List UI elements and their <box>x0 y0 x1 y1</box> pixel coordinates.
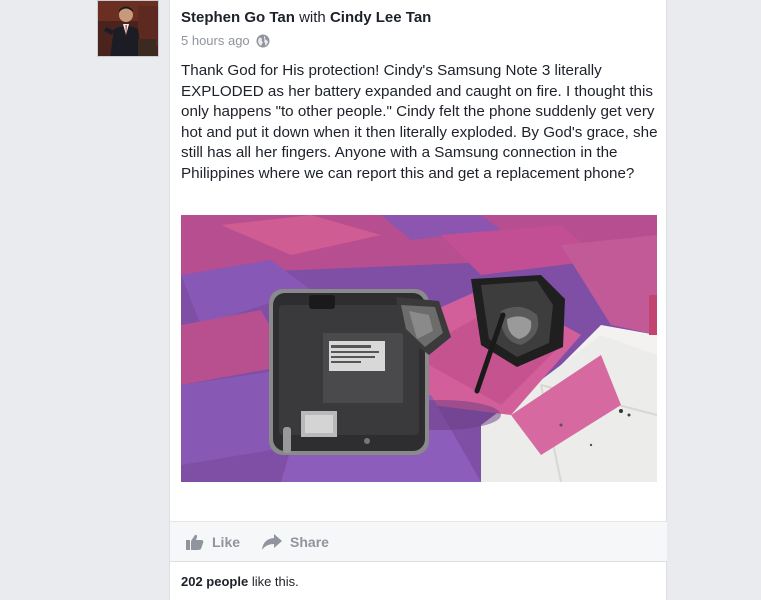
post-card: Stephen Go Tan with Cindy Lee Tan 5 hour… <box>169 0 667 600</box>
with-word: with <box>299 9 326 26</box>
likes-summary: 202 people like this. <box>181 574 299 589</box>
post-meta: 5 hours ago <box>181 33 431 48</box>
like-button[interactable]: Like <box>186 534 240 550</box>
share-arrow-icon <box>262 533 283 550</box>
post-timestamp[interactable]: 5 hours ago <box>181 33 250 48</box>
post-header: Stephen Go Tan with Cindy Lee Tan 5 hour… <box>181 9 431 48</box>
author-avatar[interactable] <box>97 0 159 57</box>
likes-count-link[interactable]: 202 people <box>181 574 248 589</box>
thumbs-up-icon <box>186 534 204 550</box>
author-name-link[interactable]: Stephen Go Tan <box>181 9 295 26</box>
share-button[interactable]: Share <box>262 533 329 550</box>
post-authors: Stephen Go Tan with Cindy Lee Tan <box>181 9 431 27</box>
like-label: Like <box>212 533 241 550</box>
tagged-name-link[interactable]: Cindy Lee Tan <box>330 9 431 26</box>
likes-suffix: like this. <box>248 574 299 589</box>
post-photo[interactable] <box>181 215 657 482</box>
post-body-text: Thank God for His protection! Cindy's Sa… <box>181 62 658 182</box>
share-label: Share <box>290 533 329 550</box>
post-actions-bar: Like Share <box>170 521 667 562</box>
globe-icon[interactable] <box>256 34 270 48</box>
